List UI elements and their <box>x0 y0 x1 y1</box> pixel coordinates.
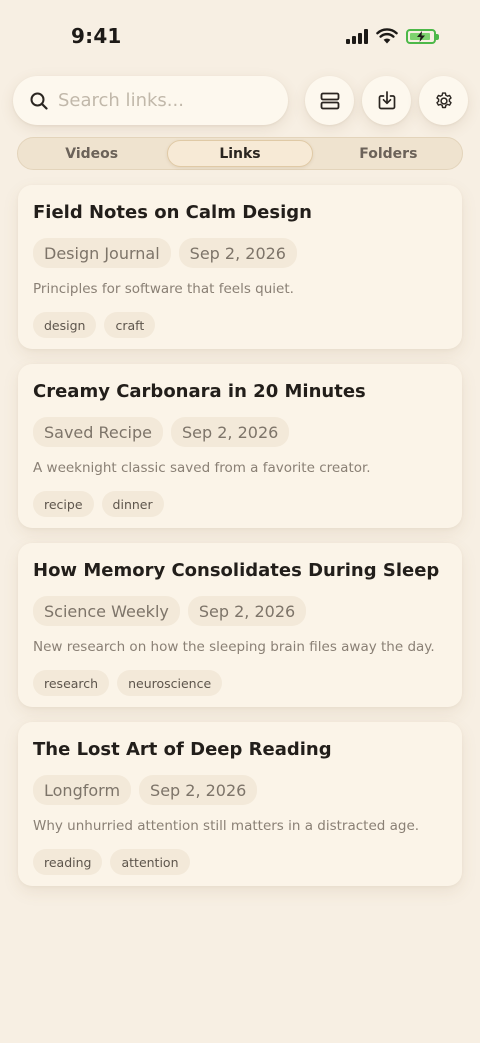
battery-icon <box>406 28 439 44</box>
link-date: Sep 2, 2026 <box>187 596 307 626</box>
link-title: Field Notes on Calm Design <box>33 202 312 223</box>
tab-links[interactable]: Links <box>167 140 313 167</box>
import-button[interactable] <box>362 76 411 125</box>
link-source: Saved Recipe <box>33 417 163 447</box>
tag-chip[interactable]: reading <box>33 849 103 875</box>
link-tags: reading attention <box>33 849 447 875</box>
link-meta: Design Journal Sep 2, 2026 <box>33 238 447 268</box>
search-toolbar-row <box>13 76 468 125</box>
search-icon <box>30 92 48 110</box>
link-meta: Longform Sep 2, 2026 <box>33 775 447 805</box>
link-date: Sep 2, 2026 <box>139 775 258 805</box>
tag-chip[interactable]: design <box>33 312 97 338</box>
status-bar: 9:41 <box>0 0 480 72</box>
link-card[interactable]: The Lost Art of Deep Reading Longform Se… <box>18 722 462 886</box>
status-icons <box>346 27 439 45</box>
search-input[interactable] <box>58 90 268 111</box>
link-description: A weeknight classic saved from a favorit… <box>33 460 371 476</box>
status-time: 9:41 <box>71 24 122 48</box>
download-tray-icon <box>378 91 395 110</box>
link-title: Creamy Carbonara in 20 Minutes <box>33 381 366 402</box>
link-source: Science Weekly <box>33 596 180 626</box>
tag-chip[interactable]: recipe <box>33 491 94 517</box>
link-card[interactable]: How Memory Consolidates During Sleep Sci… <box>18 543 462 707</box>
link-list: Field Notes on Calm Design Design Journa… <box>18 185 462 901</box>
tag-chip[interactable]: craft <box>104 312 156 338</box>
settings-button[interactable] <box>419 76 468 125</box>
link-source: Longform <box>33 775 132 805</box>
link-tags: design craft <box>33 312 447 338</box>
link-card[interactable]: Field Notes on Calm Design Design Journa… <box>18 185 462 349</box>
search-box[interactable] <box>13 76 288 125</box>
link-meta: Science Weekly Sep 2, 2026 <box>33 596 447 626</box>
tab-folders[interactable]: Folders <box>317 140 460 167</box>
tag-chip[interactable]: dinner <box>101 491 164 517</box>
link-description: New research on how the sleeping brain f… <box>33 639 435 655</box>
tab-videos[interactable]: Videos <box>20 140 163 167</box>
layout-toggle-button[interactable] <box>305 76 354 125</box>
cellular-signal-icon <box>346 28 368 44</box>
link-source: Design Journal <box>33 238 171 268</box>
link-description: Why unhurried attention still matters in… <box>33 818 420 834</box>
link-meta: Saved Recipe Sep 2, 2026 <box>33 417 447 447</box>
tag-chip[interactable]: research <box>33 670 110 696</box>
tag-chip[interactable]: attention <box>110 849 190 875</box>
link-tags: research neuroscience <box>33 670 447 696</box>
segmented-tabs: Videos Links Folders <box>17 137 463 170</box>
link-description: Principles for software that feels quiet… <box>33 281 294 297</box>
link-date: Sep 2, 2026 <box>178 238 297 268</box>
gear-icon <box>435 91 452 108</box>
link-tags: recipe dinner <box>33 491 447 517</box>
link-date: Sep 2, 2026 <box>171 417 290 447</box>
tag-chip[interactable]: neuroscience <box>117 670 223 696</box>
wifi-icon <box>376 28 398 44</box>
link-title: How Memory Consolidates During Sleep <box>33 560 440 581</box>
link-card[interactable]: Creamy Carbonara in 20 Minutes Saved Rec… <box>18 364 462 528</box>
layout-rows-icon <box>320 92 339 109</box>
link-title: The Lost Art of Deep Reading <box>33 739 332 760</box>
